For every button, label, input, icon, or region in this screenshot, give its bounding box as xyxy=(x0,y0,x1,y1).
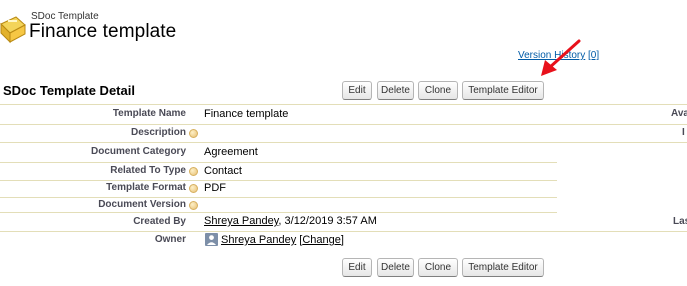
row-divider xyxy=(0,162,557,163)
edit-button[interactable]: Edit xyxy=(342,81,372,100)
row-divider xyxy=(0,197,557,198)
template-format-value: PDF xyxy=(204,182,226,194)
document-version-label: Document Version xyxy=(98,199,186,210)
delete-button[interactable]: Delete xyxy=(377,81,414,100)
owner-change-bracket: ] xyxy=(340,234,344,246)
right-column-label: Ava xyxy=(671,108,687,119)
related-to-type-value: Contact xyxy=(204,165,242,177)
row-divider xyxy=(0,124,687,125)
edit-button[interactable]: Edit xyxy=(342,258,372,277)
clone-button[interactable]: Clone xyxy=(418,81,458,100)
template-name-label: Template Name xyxy=(112,108,186,119)
right-column-label: I xyxy=(682,127,685,138)
section-title: SDoc Template Detail xyxy=(3,83,135,98)
user-icon xyxy=(205,233,218,246)
row-divider xyxy=(0,212,557,213)
owner-user-link[interactable]: Shreya Pandey xyxy=(221,234,296,246)
help-icon[interactable] xyxy=(189,129,198,138)
created-by-label: Created By xyxy=(133,216,186,227)
description-label: Description xyxy=(130,127,186,138)
created-by-date: , 3/12/2019 3:57 AM xyxy=(278,215,377,227)
owner-value: Shreya Pandey [Change] xyxy=(221,234,344,246)
created-by-value: Shreya Pandey, 3/12/2019 3:57 AM xyxy=(204,215,377,227)
document-category-value: Agreement xyxy=(204,146,258,158)
owner-label: Owner xyxy=(154,234,186,245)
template-logo-icon xyxy=(0,16,26,44)
help-icon[interactable] xyxy=(189,167,198,176)
right-column-label: Las xyxy=(673,216,687,227)
owner-change-link[interactable]: Change xyxy=(302,234,341,246)
created-by-user-link[interactable]: Shreya Pandey xyxy=(204,215,278,227)
help-icon[interactable] xyxy=(189,184,198,193)
clone-button[interactable]: Clone xyxy=(418,258,458,277)
row-divider xyxy=(0,180,557,181)
row-divider xyxy=(0,142,687,143)
page-title: Finance template xyxy=(29,21,177,42)
row-divider xyxy=(0,231,687,232)
template-name-value: Finance template xyxy=(204,108,289,120)
version-history-count[interactable]: [0] xyxy=(588,50,599,61)
related-to-type-label: Related To Type xyxy=(110,165,186,176)
delete-button[interactable]: Delete xyxy=(377,258,414,277)
template-editor-button[interactable]: Template Editor xyxy=(462,258,544,277)
document-category-label: Document Category xyxy=(90,146,186,157)
template-format-label: Template Format xyxy=(106,182,186,193)
template-editor-button[interactable]: Template Editor xyxy=(462,81,544,100)
row-divider xyxy=(0,104,687,105)
help-icon[interactable] xyxy=(189,201,198,210)
red-arrow-annotation xyxy=(541,39,581,76)
